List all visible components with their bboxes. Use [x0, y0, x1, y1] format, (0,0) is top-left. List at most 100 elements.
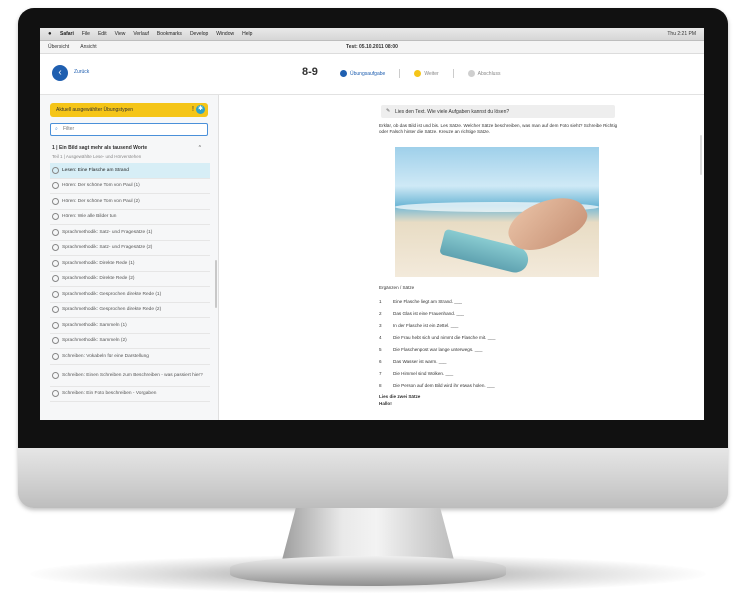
radio-icon: [52, 228, 59, 236]
sentence-item[interactable]: 1 Eine Flasche liegt am Strand. ___: [379, 295, 639, 307]
sentence-item[interactable]: 4 Die Frau hebt sich und nimmt die Flasch…: [379, 331, 639, 343]
menu-item-view[interactable]: View: [115, 31, 126, 37]
lesson-item[interactable]: Hören: Der schöne Tom von Paul (2): [50, 194, 210, 210]
search-input[interactable]: [63, 125, 203, 133]
step-dot-icon: [340, 70, 347, 77]
lesson-item[interactable]: Hören: Wie alle Bilder tun: [50, 210, 210, 225]
menu-item-help[interactable]: Help: [242, 31, 252, 37]
menu-item-history[interactable]: Verlauf: [133, 31, 149, 37]
settings-icon[interactable]: ✱: [196, 105, 205, 114]
lesson-item[interactable]: Lesen: Eine Flasche am Strand: [50, 163, 210, 179]
sidebar-scrollbar[interactable]: [215, 260, 217, 308]
step-label: Weiter: [424, 70, 439, 77]
lesson-label: Hören: Der schöne Tom von Paul (2): [62, 198, 140, 204]
lesson-label: Schreiben: Einen Schreiben zum Beschreib…: [62, 372, 203, 378]
sentence-item[interactable]: 8 Die Person auf dem Bild wird ihr etwas …: [379, 379, 639, 391]
content-scrollbar[interactable]: [700, 135, 702, 175]
back-button[interactable]: ‹: [52, 65, 68, 81]
follow-up-text: Hallo!: [379, 401, 392, 406]
radio-icon: [52, 290, 59, 298]
page-title: Test: 05.10.2011 08:00: [346, 44, 398, 50]
step-divider: [452, 69, 454, 78]
sentence-item[interactable]: 3 In der Flasche ist ein Zettel. ___: [379, 319, 639, 331]
sentence-list: Ergänzen / Sätze 1 Eine Flasche liegt am …: [379, 285, 639, 406]
sentence-text: Die Frau hebt sich und nimmt die Flasche…: [393, 334, 496, 340]
sidebar: Aktuell ausgewählter Übungstypen ! ✱ ⌕ 1…: [40, 95, 219, 420]
sentence-item[interactable]: 6 Das Wasser ist warm. ___: [379, 355, 639, 367]
apple-icon[interactable]: ●: [48, 31, 54, 37]
step-finish[interactable]: Abschluss: [467, 70, 501, 77]
app-toolbar: ‹ Zurück 8-9 Übungsaufgabe Weiter Abschl…: [40, 54, 704, 95]
lesson-item[interactable]: Sprachmethodik: Satz- und Fragesätze (2): [50, 241, 210, 256]
chevron-up-icon[interactable]: ⌃: [198, 145, 202, 151]
search-field[interactable]: ⌕: [50, 123, 208, 136]
sentence-item[interactable]: 2 Das Glas ist eine Frauenhand. ___: [379, 307, 639, 319]
menu-item-bookmarks[interactable]: Bookmarks: [157, 31, 182, 37]
lesson-label: Sprachmethodik: Gesprochen direkte Rede …: [62, 291, 162, 297]
radio-icon: [52, 259, 59, 267]
lesson-item[interactable]: Schreiben: Ein Foto beschreiben - Vorgab…: [50, 387, 210, 402]
radio-icon: [52, 337, 59, 345]
lesson-label: Hören: Wie alle Bilder tun: [62, 214, 117, 220]
task-prompt-box: ✎ Lies den Text. Wie viele Aufgaben kann…: [381, 105, 615, 118]
lesson-label: Schreiben: Vokabeln für eine Darstellung: [62, 353, 149, 359]
step-label: Übungsaufgabe: [350, 70, 386, 77]
step-dot-icon: [414, 70, 422, 77]
lesson-list: Lesen: Eine Flasche am Strand Hören: Der…: [50, 163, 210, 402]
sentence-item[interactable]: 5 Die Flaschenpost war lange unterwegs. _…: [379, 343, 639, 355]
monitor: ● Safari File Edit View Verlauf Bookmark…: [18, 8, 728, 508]
sentence-number: 1: [379, 298, 382, 304]
info-icon[interactable]: !: [192, 106, 194, 113]
lesson-item[interactable]: Sprachmethodik: Direkte Rede (1): [50, 256, 210, 272]
lesson-label: Sprachmethodik: Direkte Rede (2): [62, 276, 135, 282]
menu-item-edit[interactable]: Edit: [98, 31, 107, 37]
step-indicator: Übungsaufgabe Weiter Abschluss: [340, 69, 514, 78]
search-icon: ⌕: [55, 126, 58, 132]
step-divider: [399, 69, 401, 78]
lesson-item[interactable]: Schreiben: Vokabeln für eine Darstellung: [50, 349, 210, 365]
lesson-item[interactable]: Sprachmethodik: Sammeln (1): [50, 318, 210, 334]
section-subtitle: Teil 1 | Ausgewählte Lese- und Hörverste…: [52, 154, 142, 159]
radio-icon: [52, 321, 59, 329]
back-label[interactable]: Zurück: [74, 69, 89, 75]
filter-label: Aktuell ausgewählter Übungstypen: [56, 107, 133, 113]
lesson-item[interactable]: Schreiben: Einen Schreiben zum Beschreib…: [50, 365, 210, 387]
lesson-item[interactable]: Sprachmethodik: Satz- und Fragesätze (1): [50, 225, 210, 241]
monitor-stand-neck: [282, 508, 454, 560]
menu-app-name[interactable]: Safari: [60, 31, 74, 37]
radio-icon: [52, 306, 59, 314]
browser-bar: Übersicht Ansicht Test: 05.10.2011 08:00: [40, 41, 704, 54]
lesson-item[interactable]: Sprachmethodik: Gesprochen direkte Rede …: [50, 287, 210, 303]
step-label: Abschluss: [477, 70, 501, 77]
radio-icon: [52, 166, 59, 174]
main-content: ✎ Lies den Text. Wie viele Aufgaben kann…: [219, 95, 704, 420]
sentence-number: 3: [379, 322, 382, 328]
menu-item-file[interactable]: File: [82, 31, 90, 37]
lesson-item[interactable]: Hören: Der schöne Tom von Paul (1): [50, 179, 210, 194]
menu-clock: Thu 2:21 PM: [667, 31, 696, 37]
section-title-text: 1 | Ein Bild sagt mehr als tausend Worte: [52, 145, 148, 151]
lesson-item[interactable]: Sprachmethodik: Direkte Rede (2): [50, 272, 210, 287]
sentence-text: Das Glas ist eine Frauenhand. ___: [393, 310, 464, 316]
radio-icon: [52, 352, 59, 360]
step-next[interactable]: Weiter: [414, 70, 439, 77]
lesson-label: Sprachmethodik: Gesprochen direkte Rede …: [62, 307, 162, 313]
menu-item-develop[interactable]: Develop: [190, 31, 208, 37]
menu-bar: ● Safari File Edit View Verlauf Bookmark…: [40, 28, 704, 41]
menu-item-window[interactable]: Window: [216, 31, 234, 37]
section-title[interactable]: 1 | Ein Bild sagt mehr als tausend Worte…: [52, 145, 202, 151]
lesson-label: Sprachmethodik: Sammeln (1): [62, 322, 127, 328]
lesson-item[interactable]: Sprachmethodik: Gesprochen direkte Rede …: [50, 303, 210, 318]
radio-icon: [52, 371, 59, 379]
exercise-type-filter-button[interactable]: Aktuell ausgewählter Übungstypen ! ✱: [50, 103, 208, 117]
lesson-item[interactable]: Sprachmethodik: Sammeln (2): [50, 334, 210, 349]
step-exercise[interactable]: Übungsaufgabe: [340, 70, 385, 77]
radio-icon: [52, 390, 59, 398]
sentence-number: 7: [379, 370, 382, 376]
intro-text: Erklär, ob das Bild ist und bis. Les Sät…: [379, 123, 618, 134]
beach-bottle-photo: [395, 147, 599, 277]
sentence-text: Das Wasser ist warm. ___: [393, 358, 447, 364]
sentence-item[interactable]: 7 Die Himmel sind Wolken. ___: [379, 367, 639, 379]
sentence-number: 2: [379, 310, 382, 316]
radio-icon: [52, 244, 59, 252]
